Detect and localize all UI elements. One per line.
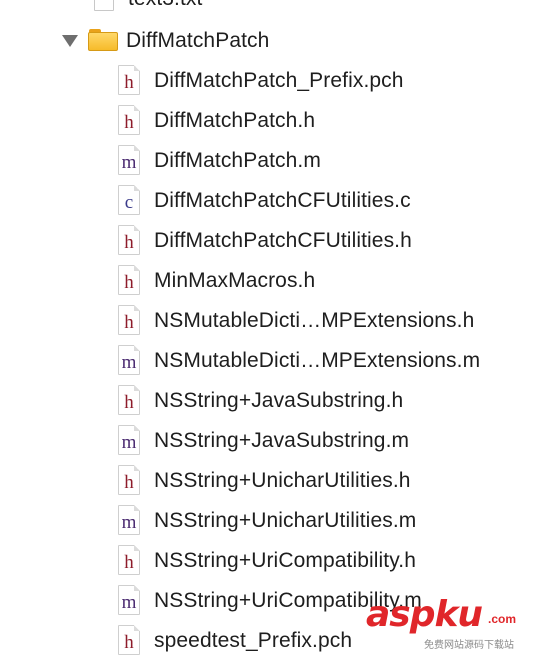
file-name: DiffMatchPatch.m: [154, 148, 321, 172]
file-row[interactable]: h NSString+UriCompatibility.h: [118, 540, 416, 580]
folder-row-diffmatchpatch[interactable]: DiffMatchPatch: [62, 20, 269, 60]
objc-source-file-icon: m: [118, 425, 140, 455]
file-row[interactable]: c DiffMatchPatchCFUtilities.c: [118, 180, 411, 220]
disclosure-triangle-icon[interactable]: [62, 35, 78, 47]
c-source-file-icon: c: [118, 185, 140, 215]
file-type-glyph: h: [124, 632, 134, 653]
file-row[interactable]: h NSMutableDicti…MPExtensions.h: [118, 300, 474, 340]
file-type-glyph: h: [124, 472, 134, 493]
file-name: NSMutableDicti…MPExtensions.m: [154, 348, 481, 372]
file-name: DiffMatchPatch.h: [154, 108, 316, 132]
file-type-glyph: m: [121, 592, 137, 613]
watermark-tld: .com: [488, 612, 517, 626]
file-name: NSString+UnicharUtilities.m: [154, 508, 417, 532]
file-row[interactable]: h MinMaxMacros.h: [118, 260, 315, 300]
folder-icon: [88, 29, 118, 51]
folder-name: DiffMatchPatch: [126, 28, 270, 52]
file-row[interactable]: m NSString+JavaSubstring.m: [118, 420, 409, 460]
text-file-icon: [94, 0, 114, 11]
file-type-glyph: h: [124, 552, 134, 573]
file-row[interactable]: h NSString+UnicharUtilities.h: [118, 460, 411, 500]
watermark-tagline: 免费网站源码下载站: [424, 640, 514, 651]
file-name: NSString+UnicharUtilities.h: [154, 468, 411, 492]
header-file-icon: h: [118, 225, 140, 255]
header-file-icon: h: [118, 385, 140, 415]
objc-source-file-icon: m: [118, 585, 140, 615]
file-name: MinMaxMacros.h: [154, 268, 316, 292]
file-row[interactable]: h speedtest_Prefix.pch: [118, 620, 352, 660]
header-file-icon: h: [118, 105, 140, 135]
file-name: NSString+JavaSubstring.m: [154, 428, 410, 452]
file-row[interactable]: h DiffMatchPatch_Prefix.pch: [118, 60, 404, 100]
watermark-brand: aspku: [366, 594, 483, 635]
file-row[interactable]: m DiffMatchPatch.m: [118, 140, 321, 180]
file-type-glyph: h: [124, 112, 134, 133]
header-file-icon: h: [118, 465, 140, 495]
file-type-glyph: m: [121, 352, 137, 373]
file-type-glyph: c: [124, 192, 134, 213]
objc-source-file-icon: m: [118, 505, 140, 535]
file-row-text3[interactable]: text3.txt: [94, 0, 202, 18]
file-type-glyph: h: [124, 272, 134, 293]
file-name: NSMutableDicti…MPExtensions.h: [154, 308, 475, 332]
file-type-glyph: h: [124, 232, 134, 253]
header-file-icon: h: [118, 625, 140, 655]
header-file-icon: h: [118, 65, 140, 95]
file-name: speedtest_Prefix.pch: [154, 628, 353, 652]
header-file-icon: h: [118, 305, 140, 335]
file-name: DiffMatchPatch_Prefix.pch: [154, 68, 404, 92]
file-type-glyph: m: [121, 432, 137, 453]
objc-source-file-icon: m: [118, 145, 140, 175]
file-name: DiffMatchPatchCFUtilities.h: [154, 228, 412, 252]
file-type-glyph: h: [124, 72, 134, 93]
file-type-glyph: h: [124, 392, 134, 413]
watermark-logo: aspku .com 免费网站源码下载站: [360, 594, 534, 654]
file-name: NSString+UriCompatibility.h: [154, 548, 416, 572]
project-navigator: text3.txt DiffMatchPatch h DiffMatchPatch…: [0, 0, 534, 655]
header-file-icon: h: [118, 265, 140, 295]
objc-source-file-icon: m: [118, 345, 140, 375]
file-type-glyph: m: [121, 512, 137, 533]
file-name: NSString+JavaSubstring.h: [154, 388, 404, 412]
file-type-glyph: m: [121, 152, 137, 173]
file-row[interactable]: m NSMutableDicti…MPExtensions.m: [118, 340, 480, 380]
file-row[interactable]: h DiffMatchPatch.h: [118, 100, 315, 140]
header-file-icon: h: [118, 545, 140, 575]
file-row[interactable]: m NSString+UnicharUtilities.m: [118, 500, 416, 540]
file-name: text3.txt: [128, 0, 202, 9]
file-row[interactable]: h DiffMatchPatchCFUtilities.h: [118, 220, 412, 260]
file-type-glyph: h: [124, 312, 134, 333]
file-row[interactable]: h NSString+JavaSubstring.h: [118, 380, 403, 420]
file-name: DiffMatchPatchCFUtilities.c: [154, 188, 411, 212]
